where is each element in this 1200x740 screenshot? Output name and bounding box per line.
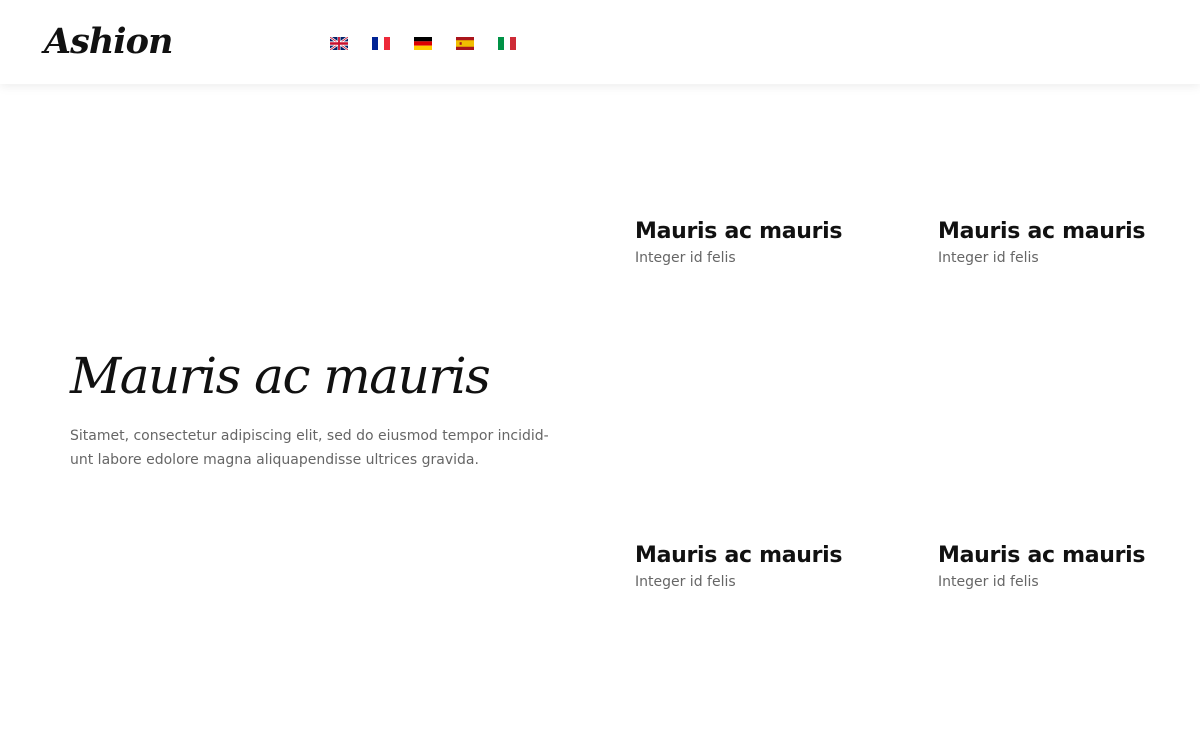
hero-banner: Mauris ac mauris Sitamet, consectetur ad… [70, 340, 570, 472]
flag-uk-icon[interactable] [330, 37, 348, 50]
category-subtitle: Integer id felis [635, 250, 736, 266]
category-title: Mauris ac mauris [635, 543, 843, 568]
flag-france-icon[interactable] [372, 37, 390, 50]
category-card[interactable]: Mauris ac mauris Integer id felis [938, 217, 1198, 269]
site-header: Ashion [0, 0, 1200, 84]
category-card[interactable]: Mauris ac mauris Integer id felis [635, 217, 895, 269]
hero-description: Sitamet, consectetur adipiscing elit, se… [70, 428, 549, 468]
category-subtitle: Integer id felis [938, 250, 1039, 266]
language-switcher [330, 37, 540, 50]
category-title: Mauris ac mauris [938, 219, 1146, 244]
flag-spain-icon[interactable] [456, 37, 474, 50]
category-subtitle: Integer id felis [635, 574, 736, 590]
flag-germany-icon[interactable] [414, 37, 432, 50]
hero-title: Mauris ac mauris [70, 347, 491, 405]
category-subtitle: Integer id felis [938, 574, 1039, 590]
flag-italy-icon[interactable] [498, 37, 516, 50]
category-card[interactable]: Mauris ac mauris Integer id felis [635, 541, 895, 593]
category-card[interactable]: Mauris ac mauris Integer id felis [938, 541, 1198, 593]
category-title: Mauris ac mauris [938, 543, 1146, 568]
category-title: Mauris ac mauris [635, 219, 843, 244]
site-logo[interactable]: Ashion [44, 20, 173, 64]
